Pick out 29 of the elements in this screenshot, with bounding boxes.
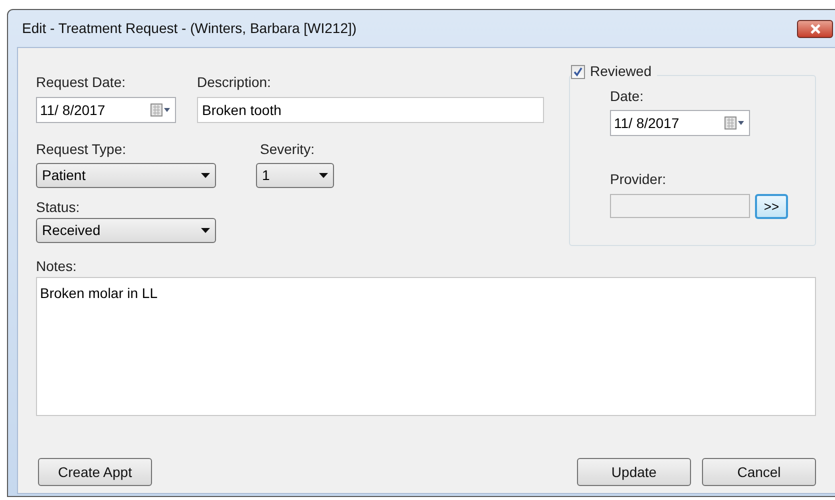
caret-icon bbox=[201, 228, 210, 233]
dropdown[interactable]: 1 bbox=[256, 163, 334, 188]
close-icon bbox=[810, 24, 820, 34]
field-label: Severity: bbox=[260, 141, 316, 157]
close-button[interactable] bbox=[797, 20, 833, 38]
checkbox[interactable] bbox=[571, 64, 585, 78]
dropdown[interactable]: Patient bbox=[36, 163, 216, 188]
dropdown[interactable]: Received bbox=[36, 218, 216, 243]
field-label: Notes: bbox=[36, 258, 78, 274]
action-button[interactable]: Update bbox=[577, 458, 691, 486]
caret-icon bbox=[319, 173, 328, 178]
date-picker[interactable]: 11/ 8/2017 bbox=[36, 97, 176, 123]
field-label: Provider: bbox=[610, 171, 668, 187]
window-title: Edit - Treatment Request - (Winters, Barbara [WI212]) bbox=[22, 19, 357, 38]
calendar-dropdown-icon[interactable] bbox=[150, 103, 172, 117]
field-label: Description: bbox=[197, 74, 272, 90]
calendar-dropdown-icon[interactable] bbox=[724, 116, 746, 130]
field-label: Request Date: bbox=[36, 74, 126, 90]
action-button[interactable]: Create Appt bbox=[38, 458, 152, 486]
notes-textarea[interactable]: Broken molar in LL bbox=[36, 277, 816, 416]
caret-icon bbox=[201, 173, 210, 178]
field-label: Request Type: bbox=[36, 141, 128, 157]
action-button[interactable]: Cancel bbox=[702, 458, 816, 486]
field-label: Date: bbox=[610, 88, 644, 104]
checkbox-label[interactable]: Reviewed bbox=[590, 61, 652, 82]
date-picker[interactable]: 11/ 8/2017 bbox=[610, 110, 750, 136]
field-label: Status: bbox=[36, 199, 81, 215]
checkmark-icon bbox=[573, 66, 583, 76]
input-field[interactable]: Broken tooth bbox=[197, 97, 544, 123]
